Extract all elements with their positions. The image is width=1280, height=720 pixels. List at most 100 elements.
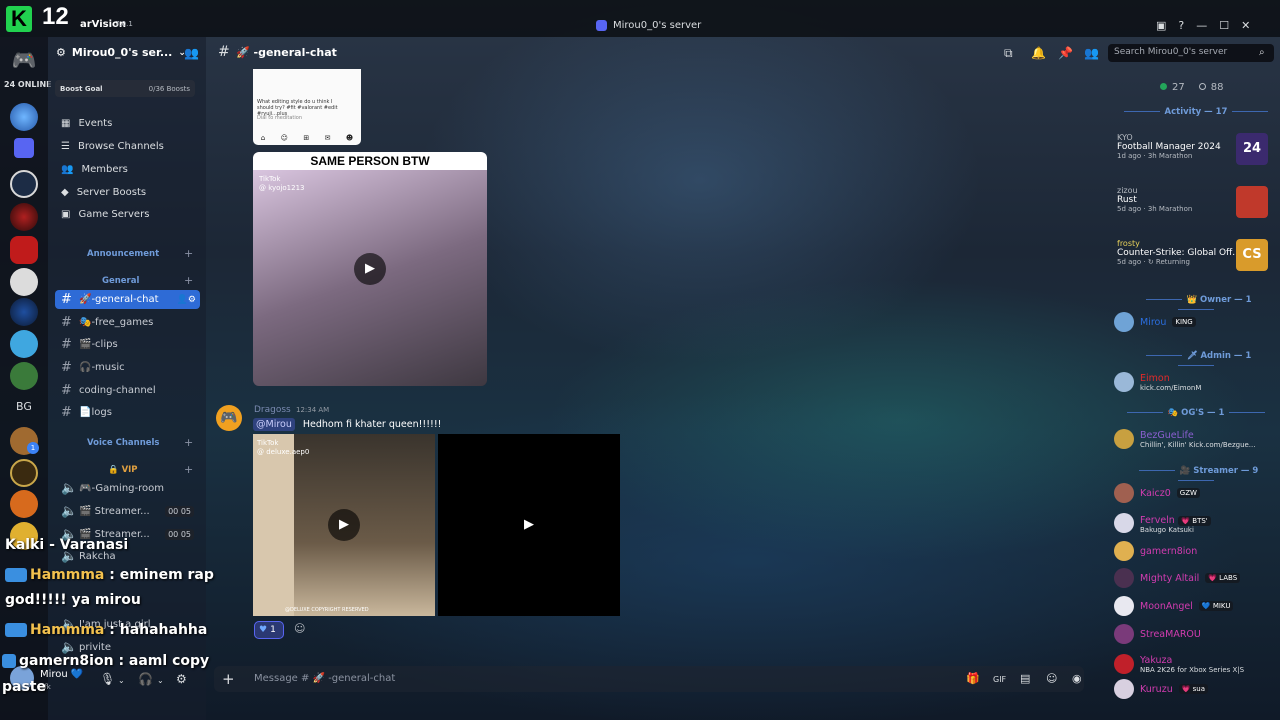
channel-settings-icon[interactable]: 👤⚙ bbox=[177, 295, 196, 305]
video-embed-2[interactable]: TikTok @ deluxe.aep0 ▶ @DELUXE COPYRIGHT… bbox=[253, 434, 435, 616]
help-icon[interactable]: ? bbox=[1178, 19, 1184, 32]
member-admin[interactable]: Eimon kick.com/EimonM bbox=[1114, 368, 1276, 396]
voice-channel-streamer-1[interactable]: 🔈 🎬 Streamer... 00 05 bbox=[55, 502, 200, 521]
chevron-down-icon[interactable]: ⌄ bbox=[157, 676, 164, 685]
sticker-icon[interactable]: ▤ bbox=[1020, 672, 1030, 685]
member-owner[interactable]: Mirou KING bbox=[1114, 311, 1276, 333]
maximize-button[interactable]: ☐ bbox=[1219, 19, 1229, 32]
sidebar-link-events[interactable]: ▦ Events bbox=[61, 118, 112, 129]
video-embed-3[interactable]: ▶ bbox=[438, 434, 620, 616]
member-streamer[interactable]: gamern8ion bbox=[1114, 540, 1276, 562]
sidebar-link-server-boosts[interactable]: ◆ Server Boosts bbox=[61, 187, 146, 198]
category-announcement[interactable]: Announcement bbox=[87, 249, 159, 259]
server-icon[interactable] bbox=[10, 298, 38, 326]
avatar[interactable]: 🎮 bbox=[216, 405, 242, 431]
minimize-button[interactable]: — bbox=[1196, 19, 1207, 32]
message-timestamp: 12:34 AM bbox=[296, 406, 330, 414]
reaction-heart[interactable]: ♥ 1 bbox=[254, 621, 284, 639]
server-icon[interactable] bbox=[10, 236, 38, 264]
play-icon[interactable]: ▶ bbox=[328, 509, 360, 541]
server-icon-selected[interactable] bbox=[10, 103, 38, 131]
invite-people-icon[interactable]: 👥 bbox=[184, 46, 199, 60]
member-streamer[interactable]: StreaMAROU bbox=[1114, 623, 1276, 645]
window-controls: ▣ ? — ☐ ✕ bbox=[1156, 19, 1250, 32]
server-header[interactable]: ⚙ Mirou0_0's ser... ⌄ bbox=[56, 46, 186, 59]
title-bar: arVision 7.0.1 Mirou0_0's server ▣ ? — ☐… bbox=[0, 0, 1280, 37]
user-settings-icon[interactable]: ⚙ bbox=[176, 672, 187, 686]
category-voice[interactable]: Voice Channels bbox=[87, 438, 160, 448]
folder-icon[interactable] bbox=[14, 138, 34, 158]
channel-free-games[interactable]: # 🎭-free_games bbox=[55, 313, 200, 332]
member-streamer[interactable]: MoonAngel 💙 MIKU bbox=[1114, 595, 1276, 617]
category-vip[interactable]: 🔒 VIP bbox=[108, 465, 138, 475]
message-text: Hedhom fi khater queen!!!!!! bbox=[302, 419, 442, 430]
activity-item[interactable]: KYO Football Manager 2024 1d ago · 3h Ma… bbox=[1117, 133, 1277, 165]
tiktok-logo: TikTok bbox=[257, 439, 279, 447]
user-name[interactable]: Mirou 💙 bbox=[40, 669, 83, 680]
activity-header[interactable]: Activity — 17 bbox=[1118, 107, 1274, 117]
add-channel-icon[interactable]: + bbox=[184, 436, 193, 449]
tiktok-embed-top[interactable]: What editing style do u think I should t… bbox=[253, 69, 361, 145]
add-reaction-icon[interactable]: ☺ bbox=[294, 622, 305, 635]
channel-music[interactable]: # 🎧-music bbox=[55, 358, 200, 377]
window-title: Mirou0_0's server bbox=[596, 20, 701, 31]
channel-logs[interactable]: # 📄logs bbox=[55, 403, 200, 422]
boost-goal-bar[interactable]: Boost Goal 0/36 Boosts bbox=[55, 80, 195, 97]
avatar bbox=[1114, 568, 1134, 588]
video-caption: SAME PERSON BTW bbox=[253, 152, 487, 170]
emoji-icon[interactable]: ☺ bbox=[1046, 672, 1057, 685]
badge-icon bbox=[5, 623, 27, 637]
microphone-icon[interactable]: 🎙 bbox=[100, 672, 115, 686]
activity-item[interactable]: frosty Counter-Strike: Global Off... 5d … bbox=[1117, 239, 1277, 271]
server-icon[interactable] bbox=[10, 362, 38, 390]
member-streamer[interactable]: Ferveln 💗 BTS' Bakugo Katsuki bbox=[1114, 509, 1276, 537]
member-og[interactable]: BezGueLife Chillin', Killin' Kick.com/Be… bbox=[1114, 425, 1276, 453]
server-icon[interactable] bbox=[10, 268, 38, 296]
member-list-icon[interactable]: 👥 bbox=[1084, 46, 1099, 60]
search-input[interactable]: Search Mirou0_0's server bbox=[1108, 44, 1274, 62]
tiktok-handle: @ deluxe.aep0 bbox=[257, 448, 310, 456]
friends-icon: ☺ bbox=[280, 134, 288, 142]
channel-coding[interactable]: # coding-channel bbox=[55, 381, 200, 400]
member-streamer[interactable]: Yakuza NBA 2K26 for Xbox Series X|S bbox=[1114, 651, 1276, 677]
member-streamer[interactable]: Kaicz0 GZW bbox=[1114, 482, 1276, 504]
sidebar-link-game-servers[interactable]: ▣ Game Servers bbox=[61, 209, 149, 220]
sidebar-link-browse-channels[interactable]: ☰ Browse Channels bbox=[61, 141, 164, 152]
server-icon[interactable] bbox=[10, 170, 38, 198]
server-icon[interactable] bbox=[10, 490, 38, 518]
notification-bell-icon[interactable]: 🔔 bbox=[1031, 46, 1046, 60]
play-icon[interactable]: ▶ bbox=[513, 509, 545, 541]
add-channel-icon[interactable]: + bbox=[184, 274, 193, 287]
server-icon[interactable] bbox=[10, 203, 38, 231]
add-channel-icon[interactable]: + bbox=[184, 247, 193, 260]
video-embed-1[interactable]: SAME PERSON BTW TikTok @ kyojo1213 ▶ bbox=[253, 152, 487, 386]
pin-icon[interactable]: 📌 bbox=[1058, 46, 1073, 60]
close-button[interactable]: ✕ bbox=[1241, 19, 1250, 32]
headphones-icon[interactable]: 🎧 bbox=[138, 672, 153, 686]
discord-home-icon[interactable]: 🎮 bbox=[10, 46, 38, 74]
add-channel-icon[interactable]: + bbox=[184, 463, 193, 476]
sidebar-link-members[interactable]: 👥 Members bbox=[61, 164, 128, 175]
gif-icon[interactable]: GIF bbox=[993, 675, 1006, 684]
message-author[interactable]: Dragoss bbox=[254, 405, 291, 415]
server-icon[interactable] bbox=[10, 330, 38, 358]
server-icon[interactable] bbox=[10, 459, 38, 487]
gift-icon[interactable]: 🎁 bbox=[966, 672, 980, 685]
member-streamer[interactable]: Kuruzu 💗 sua bbox=[1114, 678, 1276, 700]
inbox-icon[interactable]: ▣ bbox=[1156, 19, 1166, 32]
server-text-icon[interactable]: BG bbox=[16, 400, 32, 413]
voice-channel-gaming-room[interactable]: 🔈 🎮-Gaming-room bbox=[55, 479, 200, 498]
chevron-down-icon[interactable]: ⌄ bbox=[118, 676, 125, 685]
message-input[interactable]: Message # 🚀 -general-chat bbox=[254, 673, 395, 684]
user-mention[interactable]: @Mirou bbox=[253, 418, 295, 431]
member-streamer[interactable]: Mighty Altail 💗 LABS bbox=[1114, 567, 1276, 589]
threads-icon[interactable]: ⧉ bbox=[1004, 46, 1013, 61]
play-icon[interactable]: ▶ bbox=[354, 253, 386, 285]
channel-clips[interactable]: # 🎬-clips bbox=[55, 335, 200, 354]
channel-general-chat[interactable]: # 🚀-general-chat 👤⚙ bbox=[55, 290, 200, 309]
attach-plus-button[interactable]: + bbox=[222, 670, 235, 688]
category-general[interactable]: General bbox=[102, 276, 139, 286]
apps-icon[interactable]: ◉ bbox=[1072, 672, 1082, 685]
tiktok-handle: @ kyojo1213 bbox=[259, 184, 305, 192]
activity-item[interactable]: zizou Rust 5d ago · 3h Marathon bbox=[1117, 186, 1277, 218]
